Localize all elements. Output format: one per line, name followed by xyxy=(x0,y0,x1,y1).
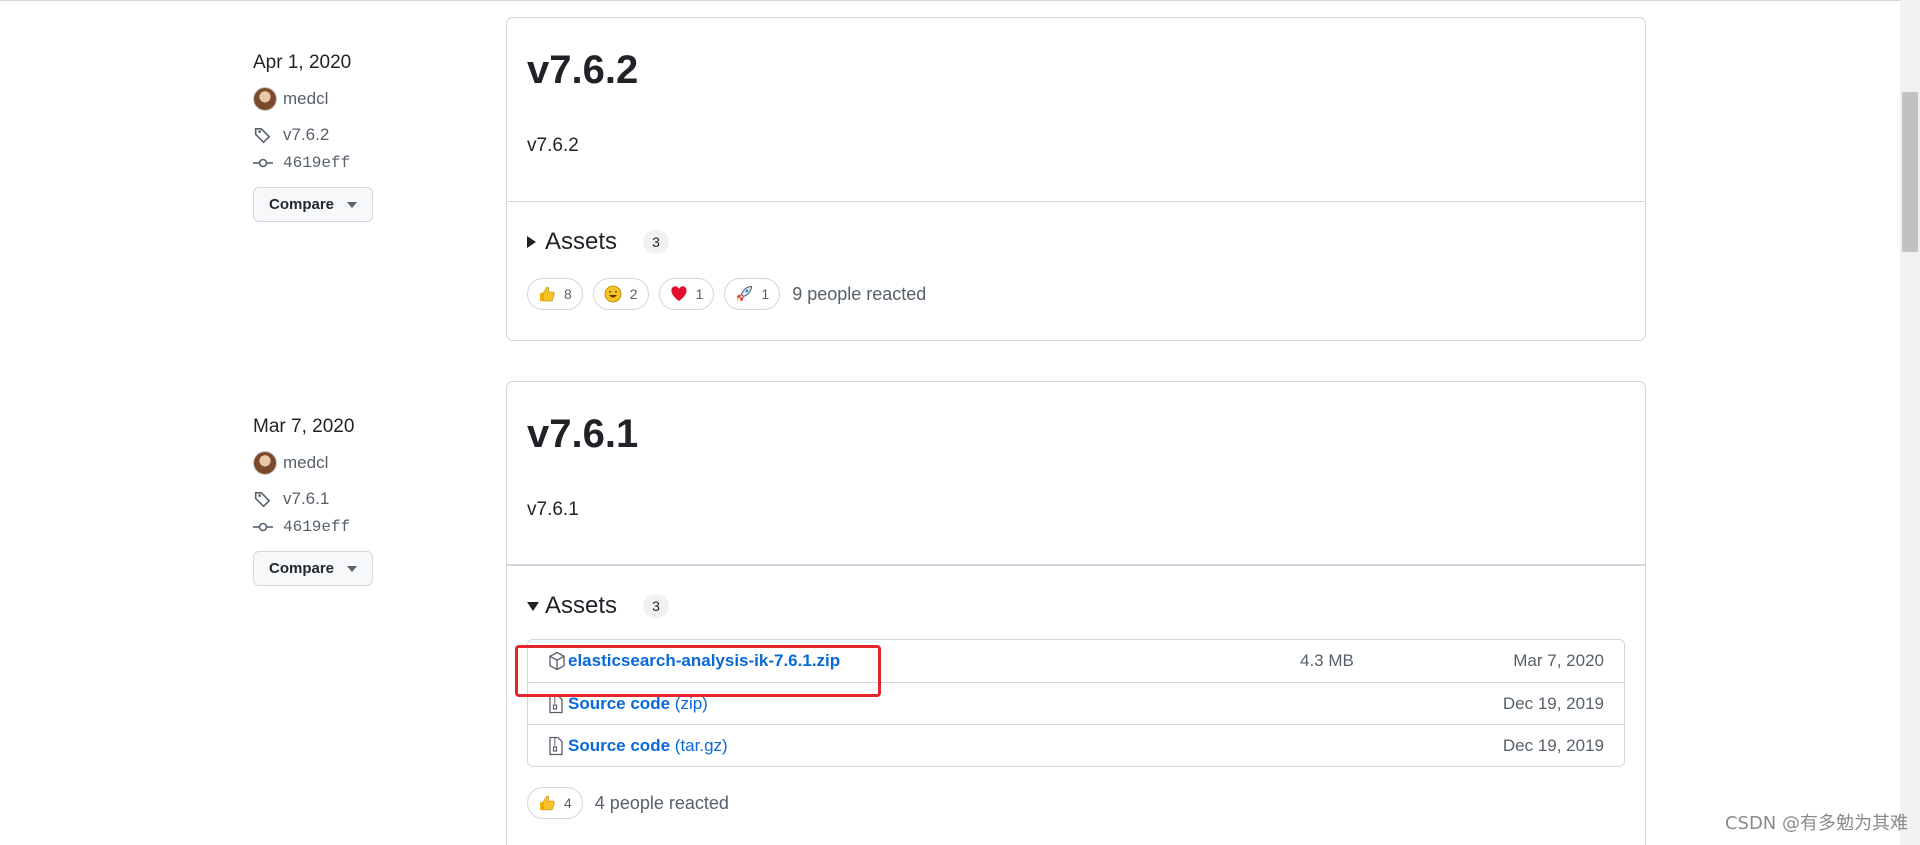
reaction-rocket[interactable]: 1 xyxy=(724,278,781,310)
chevron-down-icon xyxy=(347,201,357,208)
assets-label: Assets xyxy=(545,592,618,619)
tag-name: v7.6.2 xyxy=(283,125,330,144)
heart-icon xyxy=(670,285,688,303)
reaction-smile[interactable]: 2 xyxy=(592,278,649,310)
reactions-bar: 8 2 1 1 9 people reacted xyxy=(527,278,1625,310)
reactions-bar: 4 4 people reacted xyxy=(527,787,1625,819)
release-date: Apr 1, 2020 xyxy=(253,52,352,73)
reaction-count: 8 xyxy=(564,286,572,302)
release-title[interactable]: v7.6.2 xyxy=(527,48,1625,93)
asset-download-link[interactable]: elasticsearch-analysis-ik-7.6.1.zip xyxy=(568,651,840,671)
commit-link[interactable]: 4619eff xyxy=(253,513,453,541)
asset-size: 4.3 MB xyxy=(1300,651,1354,670)
avatar xyxy=(253,451,277,475)
reaction-count: 1 xyxy=(761,286,770,302)
assets-toggle[interactable]: Assets 3 xyxy=(527,592,1625,620)
asset-row: Source code (zip) Dec 19, 2019 xyxy=(528,682,1624,724)
compare-label: Compare xyxy=(269,196,335,213)
asset-name: elasticsearch-analysis-ik-7.6.1.zip xyxy=(568,651,841,670)
asset-name: Source code xyxy=(568,735,671,755)
release-title[interactable]: v7.6.1 xyxy=(527,412,1625,457)
thumbs-up-icon xyxy=(538,794,556,812)
triangle-right-icon xyxy=(527,236,536,248)
tag-icon xyxy=(253,489,273,509)
assets-counter: 3 xyxy=(643,594,670,618)
vertical-scrollbar[interactable] xyxy=(1900,0,1920,845)
git-commit-icon xyxy=(253,153,273,173)
commit-sha: 4619eff xyxy=(283,518,351,536)
reacted-summary: 9 people reacted xyxy=(792,283,927,304)
file-zip-icon xyxy=(548,736,566,756)
release-card-v761: v7.6.1 v7.6.1 Assets 3 elasticsearch-ana… xyxy=(506,381,1646,845)
asset-date: Dec 19, 2019 xyxy=(1502,693,1604,713)
thumbs-up-icon xyxy=(538,285,556,303)
reaction-count: 1 xyxy=(695,286,704,302)
asset-suffix: (zip) xyxy=(674,693,708,713)
top-divider xyxy=(0,0,1900,1)
tag-link[interactable]: v7.6.1 xyxy=(253,485,453,513)
file-zip-icon xyxy=(548,694,566,714)
author-link[interactable]: medcl xyxy=(253,449,453,477)
release-meta-v761: Mar 7, 2020 medcl v7.6.1 4619eff Compare xyxy=(253,413,453,586)
author-link[interactable]: medcl xyxy=(253,85,453,113)
asset-date: Dec 19, 2019 xyxy=(1502,735,1604,755)
commit-sha: 4619eff xyxy=(283,154,351,172)
assets-toggle[interactable]: Assets 3 xyxy=(527,228,1625,256)
tag-name: v7.6.1 xyxy=(283,489,330,508)
assets-label: Assets xyxy=(545,228,618,255)
commit-link[interactable]: 4619eff xyxy=(253,149,453,177)
compare-button[interactable]: Compare xyxy=(253,551,373,586)
smile-icon xyxy=(604,285,622,303)
reaction-count: 4 xyxy=(564,795,572,811)
release-card-v762: v7.6.2 v7.6.2 Assets 3 8 2 1 1 9 people … xyxy=(506,17,1646,341)
asset-row: Source code (tar.gz) Dec 19, 2019 xyxy=(528,724,1624,766)
asset-row: elasticsearch-analysis-ik-7.6.1.zip 4.3 … xyxy=(528,640,1624,682)
reaction-thumbs-up[interactable]: 4 xyxy=(527,787,583,819)
release-date: Mar 7, 2020 xyxy=(253,416,355,437)
author-name: medcl xyxy=(283,453,329,472)
author-name: medcl xyxy=(283,89,329,108)
reaction-heart[interactable]: 1 xyxy=(658,278,715,310)
tag-link[interactable]: v7.6.2 xyxy=(253,121,453,149)
asset-date: Mar 7, 2020 xyxy=(1513,651,1604,670)
assets-counter: 3 xyxy=(643,230,670,254)
asset-name: Source code xyxy=(568,693,671,713)
release-meta-v762: Apr 1, 2020 medcl v7.6.2 4619eff Compare xyxy=(253,49,453,222)
compare-label: Compare xyxy=(269,560,335,577)
asset-suffix: (tar.gz) xyxy=(674,735,728,755)
triangle-down-icon xyxy=(527,601,539,611)
tag-icon xyxy=(253,125,273,145)
watermark: CSDN @有多勉为其难 xyxy=(1724,813,1908,834)
git-commit-icon xyxy=(253,517,273,537)
reacted-summary: 4 people reacted xyxy=(594,792,729,813)
release-description: v7.6.2 xyxy=(527,135,579,156)
rocket-icon xyxy=(735,285,753,303)
compare-button[interactable]: Compare xyxy=(253,187,373,222)
reaction-count: 2 xyxy=(629,286,638,302)
avatar xyxy=(253,87,277,111)
scrollbar-thumb[interactable] xyxy=(1902,92,1918,252)
reaction-thumbs-up[interactable]: 8 xyxy=(527,278,583,310)
release-description: v7.6.1 xyxy=(527,499,579,520)
chevron-down-icon xyxy=(347,565,357,572)
assets-list: elasticsearch-analysis-ik-7.6.1.zip 4.3 … xyxy=(527,639,1625,767)
package-icon xyxy=(548,651,566,671)
source-code-targz-link[interactable]: Source code (tar.gz) xyxy=(568,736,728,756)
source-code-zip-link[interactable]: Source code (zip) xyxy=(568,694,708,714)
